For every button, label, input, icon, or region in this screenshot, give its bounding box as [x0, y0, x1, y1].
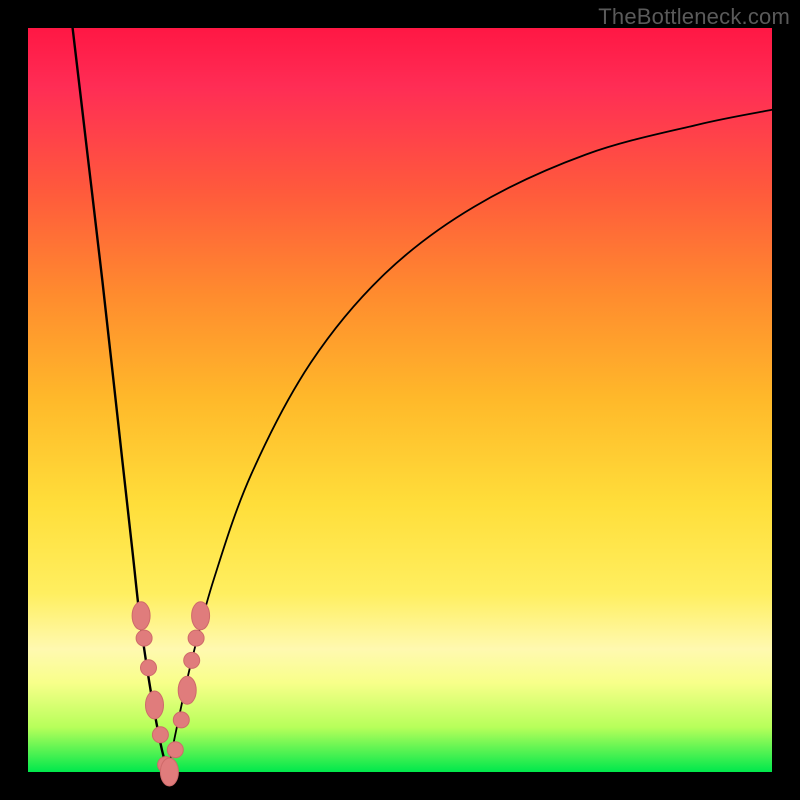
plot-area — [28, 28, 772, 772]
marker-point — [146, 691, 164, 719]
watermark-text: TheBottleneck.com — [598, 4, 790, 30]
marker-point — [136, 630, 152, 646]
marker-point — [188, 630, 204, 646]
curve-right-branch — [168, 110, 772, 772]
marker-point — [152, 727, 168, 743]
chart-frame: TheBottleneck.com — [0, 0, 800, 800]
marker-point — [141, 660, 157, 676]
marker-point — [178, 676, 196, 704]
marker-point — [173, 712, 189, 728]
marker-point — [192, 602, 210, 630]
marker-cluster — [132, 602, 210, 786]
bottleneck-curve — [28, 28, 772, 772]
marker-point — [184, 652, 200, 668]
curve-left-branch — [73, 28, 168, 772]
marker-point — [160, 758, 178, 786]
marker-point — [132, 602, 150, 630]
marker-point — [167, 742, 183, 758]
